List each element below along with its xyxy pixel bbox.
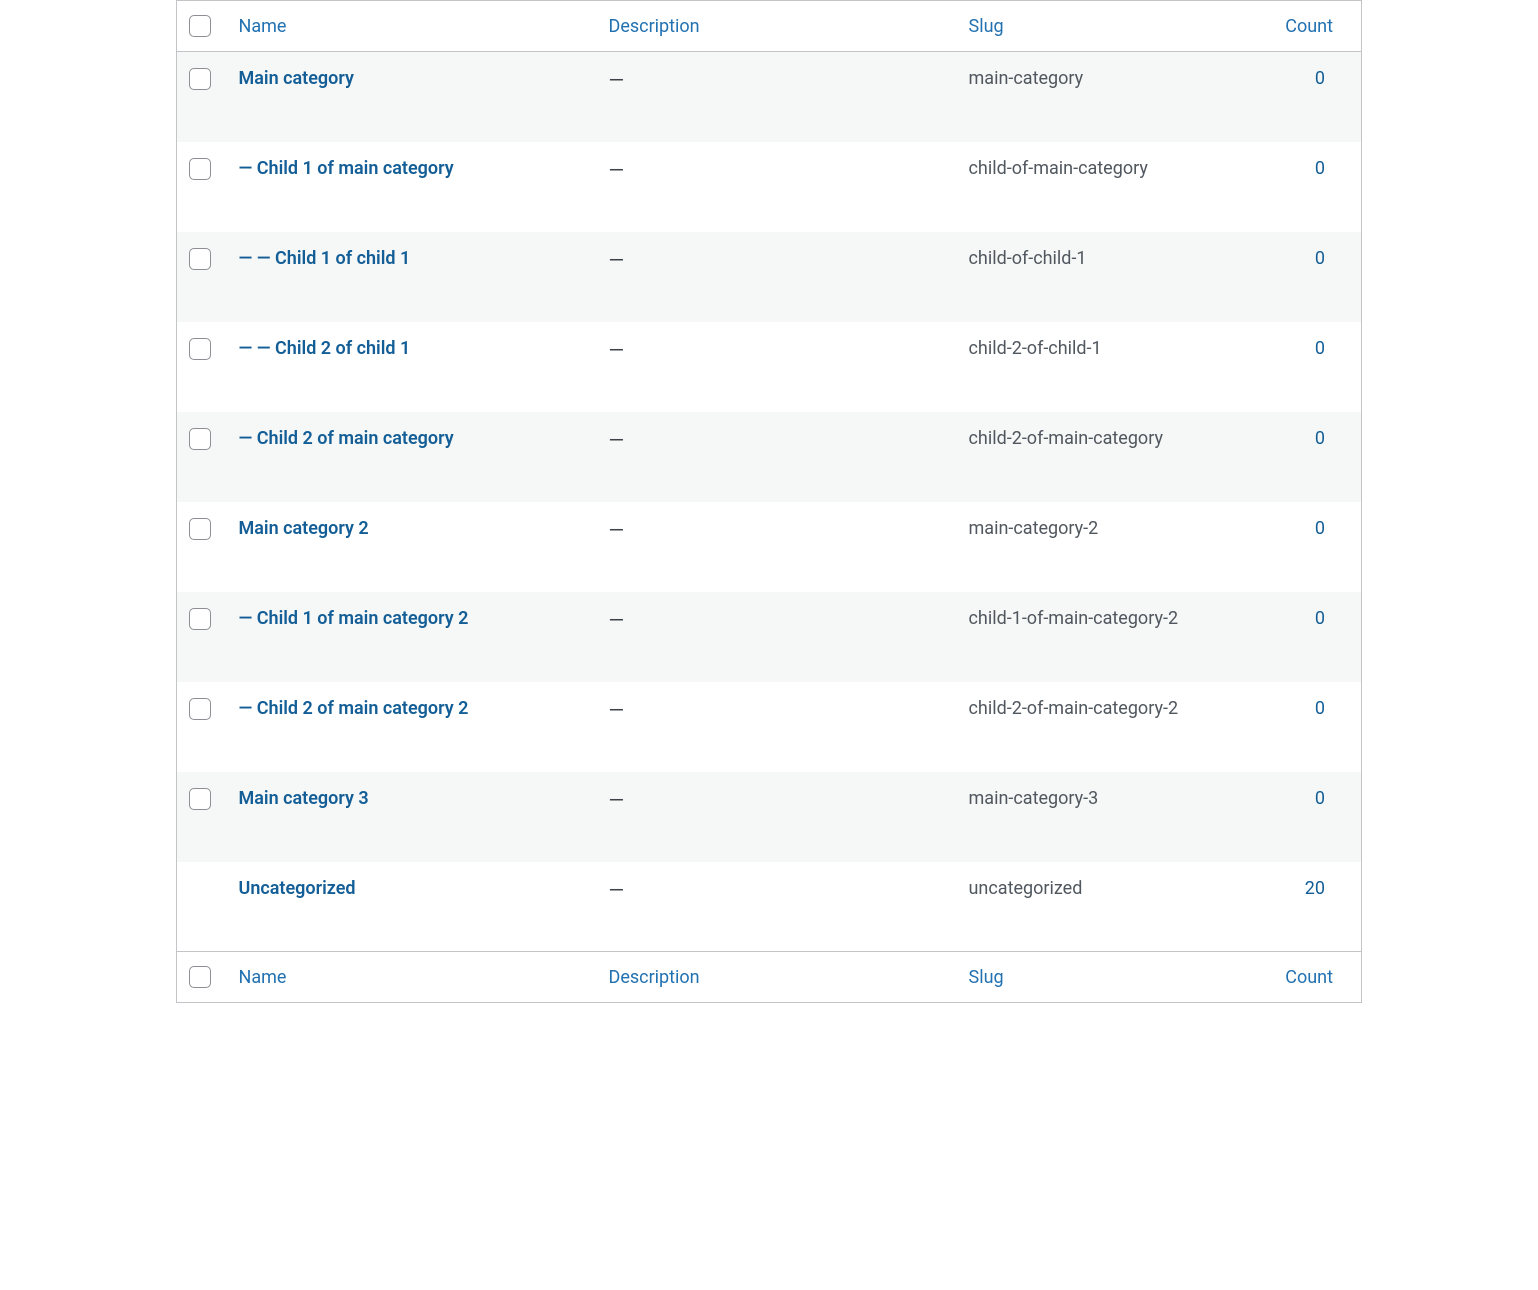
table-row: — Child 2 of main category 2 — child-2-of-… — [177, 682, 1362, 772]
category-description: — — [609, 248, 625, 272]
table-row: Main category 3 — main-category-3 0 — [177, 772, 1362, 862]
category-name-link[interactable]: — Child 1 of main category 2 — [239, 608, 469, 629]
row-checkbox[interactable] — [189, 338, 211, 360]
row-checkbox[interactable] — [189, 698, 211, 720]
category-count-link[interactable]: 0 — [1315, 158, 1325, 179]
category-count-link[interactable]: 0 — [1315, 68, 1325, 89]
column-footer-description[interactable]: Description — [609, 967, 700, 988]
table-row: Main category — main-category 0 — [177, 52, 1362, 142]
category-count-link[interactable]: 0 — [1315, 518, 1325, 539]
category-name-link[interactable]: — Child 2 of main category 2 — [239, 698, 469, 719]
category-name-link[interactable]: Main category — [239, 68, 354, 89]
category-slug: main-category-3 — [969, 788, 1099, 809]
category-slug: child-of-child-1 — [969, 248, 1087, 269]
select-all-checkbox-top[interactable] — [189, 15, 211, 37]
category-slug: child-1-of-main-category-2 — [969, 608, 1179, 629]
category-count-link[interactable]: 20 — [1305, 878, 1325, 899]
category-name-link[interactable]: — — Child 1 of child 1 — [239, 248, 411, 269]
table-footer-row: Name Description Slug Count — [177, 952, 1362, 1003]
category-count-link[interactable]: 0 — [1315, 608, 1325, 629]
table-header-row: Name Description Slug Count — [177, 1, 1362, 52]
category-name-link[interactable]: Uncategorized — [239, 878, 356, 899]
row-checkbox[interactable] — [189, 788, 211, 810]
select-all-checkbox-bottom[interactable] — [189, 966, 211, 988]
category-description: — — [609, 158, 625, 182]
table-row: — — Child 1 of child 1 — child-of-child-1 0 — [177, 232, 1362, 322]
category-description: — — [609, 518, 625, 542]
category-slug: main-category — [969, 68, 1084, 89]
table-row: — Child 2 of main category — child-2-of-ma… — [177, 412, 1362, 502]
category-count-link[interactable]: 0 — [1315, 788, 1325, 809]
table-row: — Child 1 of main category — child-of-main… — [177, 142, 1362, 232]
category-slug: child-2-of-main-category — [969, 428, 1163, 449]
category-name-link[interactable]: — — Child 2 of child 1 — [239, 338, 411, 359]
category-count-link[interactable]: 0 — [1315, 248, 1325, 269]
row-checkbox[interactable] — [189, 68, 211, 90]
category-description: — — [609, 428, 625, 452]
categories-table: Name Description Slug Count Main categor… — [176, 0, 1362, 1003]
column-header-slug[interactable]: Slug — [969, 16, 1004, 37]
category-description: — — [609, 338, 625, 362]
column-footer-slug[interactable]: Slug — [969, 967, 1004, 988]
column-header-count[interactable]: Count — [1285, 16, 1333, 37]
row-checkbox[interactable] — [189, 428, 211, 450]
table-row: — — Child 2 of child 1 — child-2-of-child-… — [177, 322, 1362, 412]
column-footer-count[interactable]: Count — [1285, 967, 1333, 988]
table-row: Main category 2 — main-category-2 0 — [177, 502, 1362, 592]
category-count-link[interactable]: 0 — [1315, 698, 1325, 719]
table-row: Uncategorized — uncategorized 20 — [177, 862, 1362, 952]
column-footer-name[interactable]: Name — [239, 967, 287, 988]
category-slug: child-of-main-category — [969, 158, 1148, 179]
category-slug: child-2-of-child-1 — [969, 338, 1102, 359]
category-count-link[interactable]: 0 — [1315, 428, 1325, 449]
row-checkbox[interactable] — [189, 248, 211, 270]
category-name-link[interactable]: Main category 2 — [239, 518, 369, 539]
table-row: — Child 1 of main category 2 — child-1-of-… — [177, 592, 1362, 682]
column-header-description[interactable]: Description — [609, 16, 700, 37]
category-slug: uncategorized — [969, 878, 1083, 899]
category-name-link[interactable]: — Child 2 of main category — [239, 428, 454, 449]
category-slug: child-2-of-main-category-2 — [969, 698, 1179, 719]
category-slug: main-category-2 — [969, 518, 1099, 539]
category-description: — — [609, 788, 625, 812]
category-name-link[interactable]: — Child 1 of main category — [239, 158, 454, 179]
row-checkbox[interactable] — [189, 608, 211, 630]
category-count-link[interactable]: 0 — [1315, 338, 1325, 359]
column-header-name[interactable]: Name — [239, 16, 287, 37]
row-checkbox[interactable] — [189, 518, 211, 540]
category-description: — — [609, 68, 625, 92]
row-checkbox[interactable] — [189, 158, 211, 180]
category-description: — — [609, 878, 625, 902]
category-name-link[interactable]: Main category 3 — [239, 788, 369, 809]
category-description: — — [609, 608, 625, 632]
category-description: — — [609, 698, 625, 722]
